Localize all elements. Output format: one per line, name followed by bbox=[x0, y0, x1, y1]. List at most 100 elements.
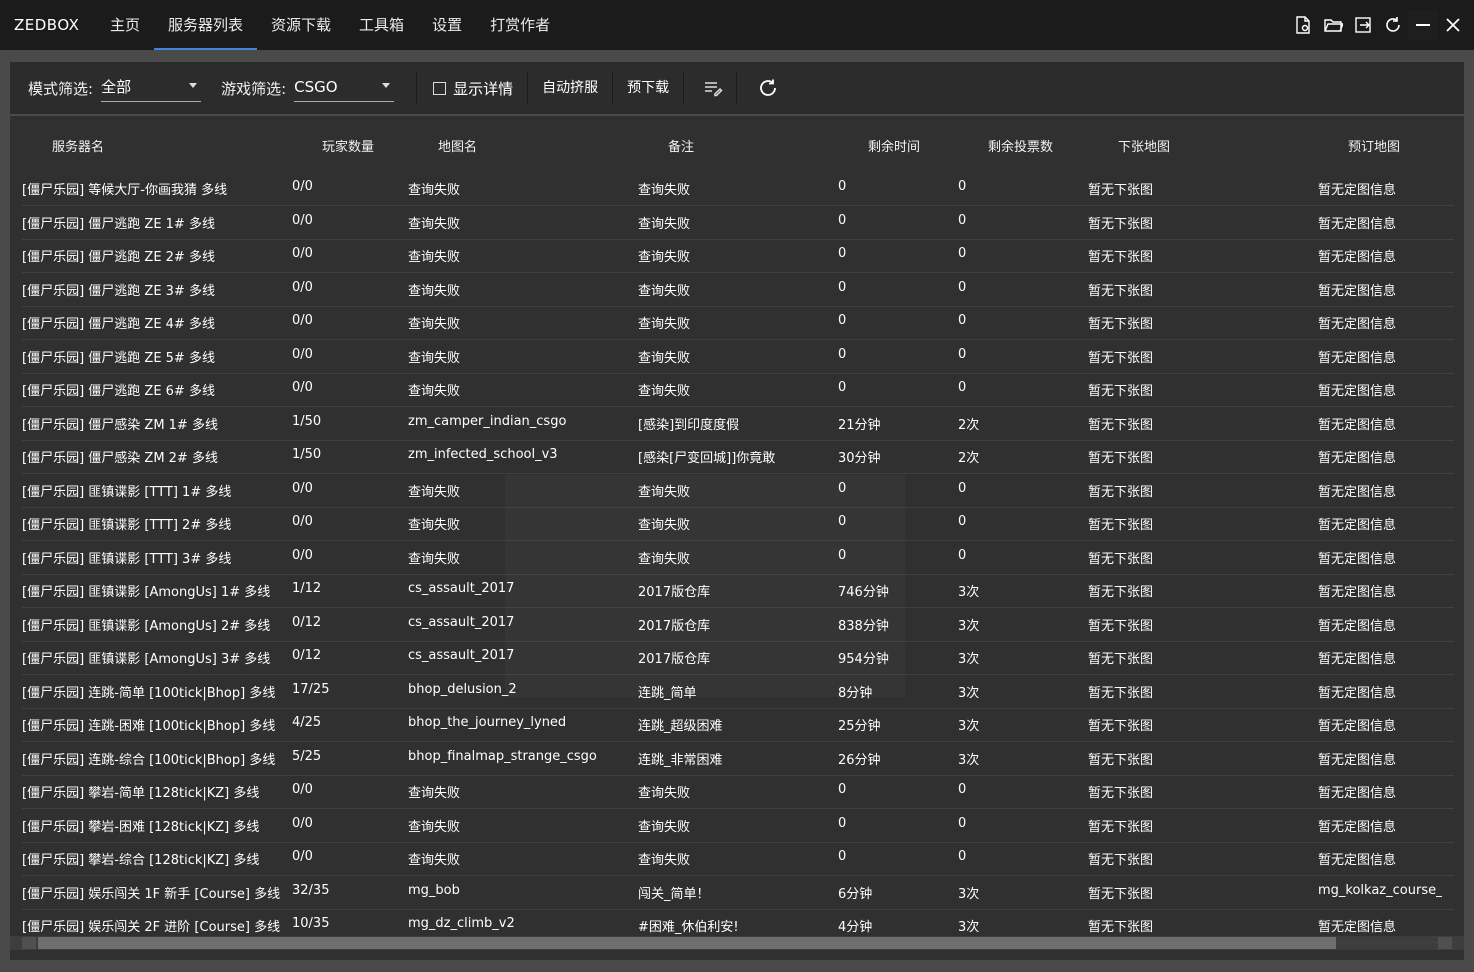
cell-players: 0/12 bbox=[292, 648, 322, 663]
cell-reserved-map: 暂无定图信息 bbox=[1318, 216, 1397, 232]
table-row[interactable]: [僵尸乐园] 僵尸逃跑 ZE 5# 多线 0/0 查询失败 查询失败 0 0 暂无下张图 暂无… bbox=[22, 340, 1454, 374]
cell-players: 1/12 bbox=[292, 581, 322, 596]
cell-note: 查询失败 bbox=[638, 786, 691, 801]
cell-note: 查询失败 bbox=[638, 819, 691, 835]
cell-note: 查询失败 bbox=[638, 350, 691, 366]
cell-next-map: 暂无下张图 bbox=[1088, 886, 1154, 902]
table-row[interactable]: [僵尸乐园] 僵尸感染 ZM 1# 多线 1/50 zm_camper_indian… bbox=[22, 407, 1454, 441]
minimize-icon[interactable] bbox=[1408, 10, 1438, 40]
cell-map: 查询失败 bbox=[408, 317, 461, 332]
cell-reserved-map: 暂无定图信息 bbox=[1318, 819, 1397, 835]
column-header-map[interactable]: 地图名 bbox=[438, 136, 477, 155]
column-header-time-left[interactable]: 剩余时间 bbox=[868, 136, 920, 155]
table-row[interactable]: [僵尸乐园] 连跳-困难 [100tick|Bhop] 多线 4/25 bhop_t… bbox=[22, 708, 1454, 742]
file-settings-icon[interactable] bbox=[1288, 10, 1318, 40]
cell-next-map: 暂无下张图 bbox=[1088, 685, 1154, 701]
cell-server-name: [僵尸乐园] 连跳-简单 [100tick|Bhop] 多线 bbox=[22, 685, 276, 701]
table-row[interactable]: [僵尸乐园] 攀岩-简单 [128tick|KZ] 多线 0/0 查询失败 查询失败 0… bbox=[22, 775, 1454, 809]
refresh-list-button[interactable] bbox=[737, 62, 779, 114]
table-row[interactable]: [僵尸乐园] 连跳-综合 [100tick|Bhop] 多线 5/25 bhop_f… bbox=[22, 742, 1454, 776]
cell-votes-left: 0 bbox=[958, 815, 967, 831]
refresh-icon[interactable] bbox=[1378, 10, 1408, 40]
table-row[interactable]: [僵尸乐园] 僵尸逃跑 ZE 6# 多线 0/0 查询失败 查询失败 0 0 暂无下张图 暂无… bbox=[22, 373, 1454, 407]
show-details-label: 显示详情 bbox=[453, 79, 514, 98]
tab-settings[interactable]: 设置 bbox=[418, 0, 476, 50]
table-row[interactable]: [僵尸乐园] 攀岩-综合 [128tick|KZ] 多线 0/0 查询失败 查询失败 0… bbox=[22, 842, 1454, 876]
table-row[interactable]: [僵尸乐园] 娱乐闯关 1F 新手 [Course] 多线 32/35 mg_bob… bbox=[22, 876, 1454, 910]
cell-time-left: 0 bbox=[838, 514, 847, 529]
cell-map: 查询失败 bbox=[408, 183, 461, 198]
cell-time-left: 0 bbox=[838, 279, 847, 295]
table-row[interactable]: [僵尸乐园] 匪镇谍影 [AmongUs] 2# 多线 0/12 cs_assaul… bbox=[22, 608, 1454, 642]
refresh-icon bbox=[760, 79, 777, 96]
cell-reserved-map: 暂无定图信息 bbox=[1318, 350, 1397, 366]
cell-time-left: 0 bbox=[838, 815, 847, 831]
table-row[interactable]: [僵尸乐园] 连跳-简单 [100tick|Bhop] 多线 17/25 bhop_… bbox=[22, 675, 1454, 709]
table-row[interactable]: [僵尸乐园] 僵尸逃跑 ZE 1# 多线 0/0 查询失败 查询失败 0 0 暂无下张图 暂无… bbox=[22, 206, 1454, 240]
cell-next-map: 暂无下张图 bbox=[1088, 518, 1154, 533]
cell-note: [感染[尸变回城]]你竟敢 bbox=[638, 451, 776, 466]
table-row[interactable]: [僵尸乐园] 匪镇谍影 [AmongUs] 1# 多线 1/12 cs_assaul… bbox=[22, 574, 1454, 608]
column-header-server-name[interactable]: 服务器名 bbox=[52, 136, 104, 155]
cell-map: mg_bob bbox=[408, 882, 460, 898]
table-row[interactable]: [僵尸乐园] 匪镇谍影 [TTT] 3# 多线 0/0 查询失败 查询失败 0 0 暂无下张… bbox=[22, 541, 1454, 575]
cell-players: 1/50 bbox=[292, 447, 322, 462]
cell-votes-left: 3次 bbox=[958, 719, 980, 734]
exit-icon[interactable] bbox=[1348, 10, 1378, 40]
show-details-checkbox[interactable]: 显示详情 bbox=[433, 78, 513, 99]
cell-server-name: [僵尸乐园] 连跳-困难 [100tick|Bhop] 多线 bbox=[22, 719, 276, 734]
list-edit-icon bbox=[705, 82, 723, 97]
cell-server-name: [僵尸乐园] 匪镇谍影 [TTT] 2# 多线 bbox=[22, 518, 232, 533]
scroll-left-icon[interactable] bbox=[22, 937, 36, 949]
cell-map: zm_camper_indian_csgo bbox=[408, 413, 567, 429]
scroll-right-icon[interactable] bbox=[1438, 937, 1452, 949]
cell-server-name: [僵尸乐园] 匪镇谍影 [TTT] 3# 多线 bbox=[22, 551, 232, 567]
cell-next-map: 暂无下张图 bbox=[1088, 350, 1154, 366]
table-row[interactable]: [僵尸乐园] 匪镇谍影 [AmongUs] 3# 多线 0/12 cs_assaul… bbox=[22, 641, 1454, 675]
table-row[interactable]: [僵尸乐园] 匪镇谍影 [TTT] 2# 多线 0/0 查询失败 查询失败 0 0 暂无下张… bbox=[22, 507, 1454, 541]
cell-note: 闯关_简单！ bbox=[638, 886, 710, 902]
table-row[interactable]: [僵尸乐园] 僵尸逃跑 ZE 2# 多线 0/0 查询失败 查询失败 0 0 暂无下张图 暂无… bbox=[22, 239, 1454, 273]
game-filter-value: CSGO bbox=[294, 77, 338, 96]
column-header-next-map[interactable]: 下张地图 bbox=[1118, 136, 1170, 155]
cell-players: 10/35 bbox=[292, 916, 330, 931]
table-row[interactable]: [僵尸乐园] 等候大厅-你画我猜 多线 0/0 查询失败 查询失败 0 0 暂无下张图 暂无定… bbox=[22, 172, 1454, 206]
mode-filter-label: 模式筛选: bbox=[28, 79, 94, 98]
list-edit-button[interactable] bbox=[684, 62, 736, 114]
cell-server-name: [僵尸乐园] 攀岩-简单 [128tick|KZ] 多线 bbox=[22, 786, 260, 801]
game-filter-dropdown[interactable]: CSGO bbox=[294, 75, 395, 102]
cell-map: cs_assault_2017 bbox=[408, 614, 515, 630]
table-row[interactable]: [僵尸乐园] 僵尸逃跑 ZE 3# 多线 0/0 查询失败 查询失败 0 0 暂无下张图 暂无… bbox=[22, 273, 1454, 307]
folder-open-icon[interactable] bbox=[1318, 10, 1348, 40]
cell-next-map: 暂无下张图 bbox=[1088, 585, 1154, 600]
horizontal-scrollbar[interactable] bbox=[10, 936, 1464, 950]
pre-download-button[interactable]: 预下载 bbox=[613, 62, 683, 114]
cell-time-left: 746分钟 bbox=[838, 585, 889, 600]
cell-votes-left: 0 bbox=[958, 212, 967, 228]
column-header-players[interactable]: 玩家数量 bbox=[322, 136, 374, 155]
table-row[interactable]: [僵尸乐园] 攀岩-困难 [128tick|KZ] 多线 0/0 查询失败 查询失败 0… bbox=[22, 809, 1454, 843]
table-row[interactable]: [僵尸乐园] 僵尸逃跑 ZE 4# 多线 0/0 查询失败 查询失败 0 0 暂无下张图 暂无… bbox=[22, 306, 1454, 340]
tab-server-list[interactable]: 服务器列表 bbox=[154, 0, 258, 50]
auto-squeeze-button[interactable]: 自动挤服 bbox=[528, 62, 612, 114]
column-header-note[interactable]: 备注 bbox=[668, 136, 694, 155]
mode-filter-dropdown[interactable]: 全部 bbox=[101, 75, 202, 102]
cell-map: bhop_finalmap_strange_csgo bbox=[408, 748, 597, 764]
cell-time-left: 0 bbox=[838, 547, 847, 563]
tab-toolbox[interactable]: 工具箱 bbox=[345, 0, 418, 50]
close-icon[interactable] bbox=[1438, 10, 1468, 40]
cell-reserved-map: 暂无定图信息 bbox=[1318, 283, 1397, 299]
cell-note: 2017版仓库 bbox=[638, 618, 711, 634]
column-header-reserved-map[interactable]: 预订地图 bbox=[1348, 136, 1400, 155]
cell-server-name: [僵尸乐园] 匪镇谍影 [AmongUs] 3# 多线 bbox=[22, 652, 271, 667]
cell-server-name: [僵尸乐园] 僵尸感染 ZM 2# 多线 bbox=[22, 451, 218, 466]
table-row[interactable]: [僵尸乐园] 僵尸感染 ZM 2# 多线 1/50 zm_infected_scho… bbox=[22, 440, 1454, 474]
column-header-votes-left[interactable]: 剩余投票数 bbox=[988, 136, 1053, 155]
tab-downloads[interactable]: 资源下载 bbox=[257, 0, 345, 50]
scrollbar-thumb[interactable] bbox=[38, 937, 1336, 949]
tab-donate[interactable]: 打赏作者 bbox=[476, 0, 564, 50]
cell-time-left: 0 bbox=[838, 849, 847, 864]
table-row[interactable]: [僵尸乐园] 匪镇谍影 [TTT] 1# 多线 0/0 查询失败 查询失败 0 0 暂无下张… bbox=[22, 474, 1454, 508]
tab-home[interactable]: 主页 bbox=[96, 0, 154, 50]
cell-time-left: 8分钟 bbox=[838, 685, 873, 701]
